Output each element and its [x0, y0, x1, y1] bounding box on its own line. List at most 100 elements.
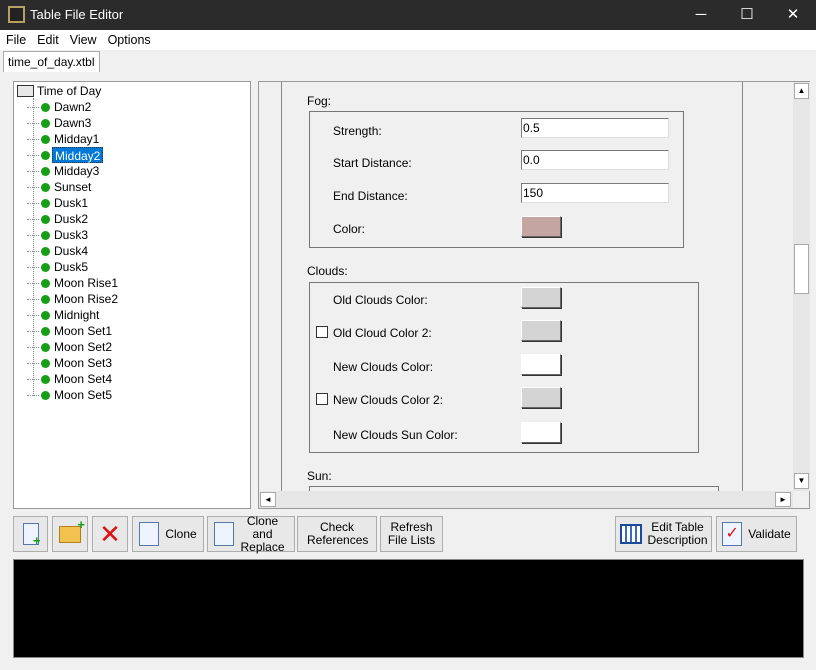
- tree-line: [27, 315, 39, 316]
- old-cloud-color-2-swatch[interactable]: [521, 320, 561, 341]
- check-references-button[interactable]: Check References: [297, 516, 377, 552]
- edit-table-description-button[interactable]: Edit Table Description: [615, 516, 712, 552]
- title-bar: Table File Editor ─ ☐ ✕: [0, 0, 816, 30]
- tree-line: [27, 283, 39, 284]
- menu-view[interactable]: View: [64, 30, 102, 47]
- tree-item[interactable]: Midday2: [52, 147, 104, 163]
- tree-root[interactable]: Time of Day: [35, 83, 103, 99]
- green-status-icon: [41, 103, 50, 112]
- tree-item[interactable]: Midday1: [52, 131, 101, 147]
- tree-line: [27, 299, 39, 300]
- clone-replace-label: Clone and Replace: [240, 513, 285, 554]
- tree-item[interactable]: Moon Set4: [52, 371, 114, 387]
- window-title: Table File Editor: [30, 7, 124, 22]
- validate-button[interactable]: ✓ Validate: [716, 516, 797, 552]
- open-folder-button[interactable]: +: [52, 516, 88, 552]
- tree-item[interactable]: Dusk4: [52, 243, 90, 259]
- old-clouds-color-swatch[interactable]: [521, 287, 561, 308]
- app-icon: [8, 6, 25, 23]
- strength-input[interactable]: [521, 118, 669, 138]
- tree-item[interactable]: Dusk3: [52, 227, 90, 243]
- delete-button[interactable]: ✕: [92, 516, 128, 552]
- green-status-icon: [41, 311, 50, 320]
- tree-item[interactable]: Moon Set2: [52, 339, 114, 355]
- menu-options[interactable]: Options: [102, 30, 156, 47]
- green-status-icon: [41, 327, 50, 336]
- tree-line: [27, 203, 39, 204]
- tree-line: [33, 98, 34, 396]
- tree-item[interactable]: Dusk2: [52, 211, 90, 227]
- property-panel: Fog: Strength: Start Distance: End Dista…: [258, 81, 810, 509]
- menu-edit[interactable]: Edit: [31, 30, 64, 47]
- fog-color-swatch[interactable]: [521, 216, 561, 237]
- scroll-left-icon[interactable]: ◄: [260, 492, 276, 507]
- tree-item[interactable]: Moon Rise2: [52, 291, 120, 307]
- table-grid-icon: [619, 524, 642, 544]
- clone-and-replace-button[interactable]: Clone and Replace: [207, 513, 295, 554]
- tree-line: [27, 379, 39, 380]
- tree-item[interactable]: Dawn3: [52, 115, 93, 131]
- end-distance-input[interactable]: [521, 183, 669, 203]
- tree-line: [27, 331, 39, 332]
- tree-line: [27, 363, 39, 364]
- tree-item[interactable]: Midnight: [52, 307, 101, 323]
- green-status-icon: [41, 247, 50, 256]
- old-cloud-color-2-checkbox[interactable]: [316, 326, 328, 338]
- tree-item[interactable]: Dawn2: [52, 99, 93, 115]
- tree-item[interactable]: Dusk1: [52, 195, 90, 211]
- delete-x-icon: ✕: [99, 518, 121, 549]
- tree-line: [27, 219, 39, 220]
- new-clouds-color-2-checkbox[interactable]: [316, 393, 328, 405]
- tree-line: [27, 171, 39, 172]
- vertical-scrollbar[interactable]: ▲ ▼: [793, 82, 810, 491]
- green-status-icon: [41, 199, 50, 208]
- tree-line: [27, 123, 39, 124]
- green-status-icon: [41, 215, 50, 224]
- green-status-icon: [41, 295, 50, 304]
- old-cloud-color-2-label: Old Cloud Color 2:: [333, 326, 432, 340]
- tree-view[interactable]: Time of Day Dawn2 Dawn3 Midday1 Midday2 Midd…: [13, 81, 251, 509]
- green-status-icon: [41, 183, 50, 192]
- green-status-icon: [41, 375, 50, 384]
- minimize-button[interactable]: ─: [678, 0, 724, 30]
- tree-item[interactable]: Moon Rise1: [52, 275, 120, 291]
- close-button[interactable]: ✕: [770, 0, 816, 30]
- output-console[interactable]: [13, 559, 804, 658]
- scroll-up-icon[interactable]: ▲: [794, 83, 809, 99]
- clouds-label: Clouds:: [307, 264, 348, 278]
- fog-color-label: Color:: [333, 222, 366, 236]
- refresh-file-lists-button[interactable]: Refresh File Lists: [380, 516, 443, 552]
- tree-item[interactable]: Sunset: [52, 179, 93, 195]
- tab-file[interactable]: time_of_day.xtbl: [3, 51, 100, 72]
- start-distance-input[interactable]: [521, 150, 669, 170]
- strength-label: Strength:: [333, 124, 382, 138]
- clone-button[interactable]: Clone: [132, 516, 204, 552]
- start-distance-label: Start Distance:: [333, 156, 412, 170]
- scroll-right-icon[interactable]: ►: [775, 492, 791, 507]
- old-clouds-color-label: Old Clouds Color:: [333, 293, 428, 307]
- tree-line: [27, 155, 39, 156]
- tree-line: [27, 395, 39, 396]
- vertical-scroll-thumb[interactable]: [794, 244, 809, 294]
- green-status-icon: [41, 151, 50, 160]
- new-clouds-color-swatch[interactable]: [521, 354, 561, 375]
- new-clouds-color-label: New Clouds Color:: [333, 360, 434, 374]
- new-file-icon: +: [22, 523, 41, 547]
- fog-label: Fog:: [307, 94, 332, 108]
- new-clouds-sun-color-swatch[interactable]: [521, 422, 561, 443]
- tree-item[interactable]: Moon Set1: [52, 323, 114, 339]
- tree-line: [27, 107, 39, 108]
- new-clouds-color-2-swatch[interactable]: [521, 387, 561, 408]
- tree-item[interactable]: Moon Set5: [52, 387, 114, 403]
- maximize-button[interactable]: ☐: [724, 0, 770, 30]
- fog-group: Strength: Start Distance: End Distance: …: [309, 111, 684, 248]
- tree-item[interactable]: Dusk5: [52, 259, 90, 275]
- tree-line: [27, 267, 39, 268]
- horizontal-scrollbar[interactable]: ◄ ►: [259, 491, 793, 508]
- new-file-button[interactable]: +: [13, 516, 48, 552]
- scroll-down-icon[interactable]: ▼: [794, 473, 809, 489]
- tree-item[interactable]: Midday3: [52, 163, 101, 179]
- menu-file[interactable]: File: [0, 30, 31, 47]
- tree-item[interactable]: Moon Set3: [52, 355, 114, 371]
- validate-label: Validate: [748, 526, 791, 541]
